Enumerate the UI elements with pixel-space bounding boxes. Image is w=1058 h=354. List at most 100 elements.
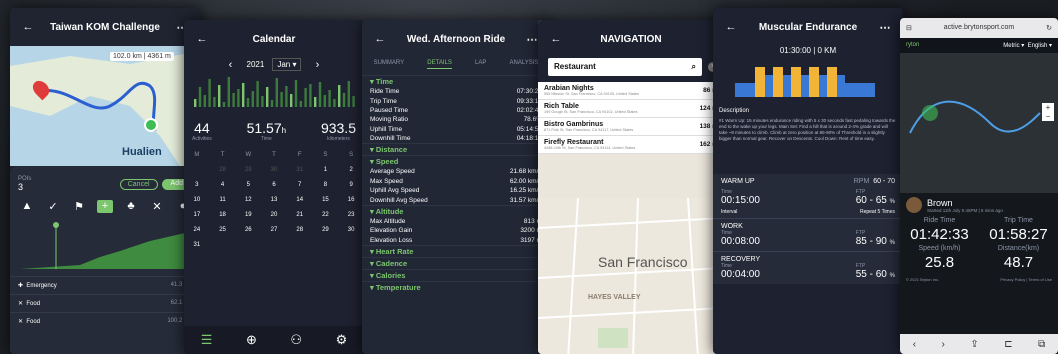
calendar-day[interactable]: 11 (210, 197, 236, 203)
group-icon[interactable]: ♣ (123, 200, 139, 213)
profile-icon[interactable]: ⚇ (290, 332, 302, 348)
city-map[interactable]: San Francisco HAYES VALLEY (538, 197, 724, 354)
calendar-day[interactable]: 9 (338, 182, 364, 188)
calendar-day[interactable]: 30 (338, 227, 364, 233)
calendar-day[interactable]: 1 (313, 167, 339, 173)
more-icon[interactable]: ⋯ (877, 21, 893, 34)
ride-tab[interactable]: LAP (475, 58, 486, 69)
tabs-icon[interactable]: ⧉ (1038, 339, 1045, 350)
calendar-day[interactable]: 29 (313, 227, 339, 233)
calendar-day[interactable]: 10 (184, 197, 210, 203)
calendar-day[interactable]: 31 (184, 242, 210, 248)
calendar-day[interactable]: 7 (287, 182, 313, 188)
section-header[interactable]: ▾ Altitude (362, 204, 550, 217)
search-result-item[interactable]: Bistro Gambrinus 871 Polk St, San Francis… (538, 118, 724, 136)
calendar-day[interactable]: 30 (261, 167, 287, 173)
flag-icon[interactable]: ⚑ (71, 200, 87, 213)
back-arrow-icon[interactable]: ← (372, 33, 388, 45)
calendar-day[interactable]: 29 (235, 167, 261, 173)
activity-bars (194, 77, 355, 107)
calendar-day[interactable]: 25 (210, 227, 236, 233)
mountain-icon[interactable]: ▲ (19, 200, 35, 213)
calendar-day[interactable]: 3 (184, 182, 210, 188)
section-header[interactable]: ▾ Time (362, 75, 550, 87)
calendar-day[interactable]: 16 (338, 197, 364, 203)
work-step[interactable]: WORK Time 00:08:00 FTP 85 - 90 % (713, 218, 903, 251)
ride-tab[interactable]: DETAILS (427, 58, 452, 69)
section-header[interactable]: ▾ Calories (362, 268, 550, 281)
poi-list-item[interactable]: ✕ Food 100.2 km (10, 312, 200, 330)
back-icon[interactable]: ‹ (913, 339, 916, 350)
settings-icon[interactable]: ⚙ (336, 332, 348, 348)
calendar-day[interactable]: 27 (261, 227, 287, 233)
back-arrow-icon[interactable]: ← (20, 21, 36, 33)
brand-logo: ryton (906, 42, 920, 48)
calendar-day[interactable]: 18 (210, 212, 236, 218)
search-result-item[interactable]: Firefly Restaurant 4288 24th St, San Fran… (538, 136, 724, 154)
section-header[interactable]: ▾ Speed (362, 155, 550, 167)
activity-bar (323, 95, 326, 107)
add-circle-icon[interactable]: ⊕ (246, 332, 257, 348)
back-arrow-icon[interactable]: ← (723, 21, 739, 33)
calendar-day[interactable]: 13 (261, 197, 287, 203)
section-header[interactable]: ▾ Temperature (362, 280, 550, 293)
end-pin-icon[interactable] (144, 118, 158, 132)
elevation-profile[interactable] (10, 221, 200, 271)
calendar-day[interactable]: 21 (287, 212, 313, 218)
calendar-day[interactable]: 2 (338, 167, 364, 173)
calendar-day[interactable]: 28 (287, 227, 313, 233)
bookmarks-icon[interactable]: ⊏ (1004, 339, 1012, 350)
next-month-icon[interactable]: › (309, 59, 325, 71)
tracking-map[interactable]: + − (900, 53, 1058, 193)
share-icon[interactable]: ⇪ (970, 339, 978, 350)
recovery-step[interactable]: RECOVERY Time 00:04:00 FTP 55 - 60 % (713, 251, 903, 284)
calendar-day[interactable]: 8 (313, 182, 339, 188)
search-input[interactable]: Restaurant ⌕ (548, 58, 702, 76)
warmup-step[interactable]: WARM UP RPM 60 - 70 (713, 174, 903, 189)
calendar-day[interactable]: 22 (313, 212, 339, 218)
poi-list-item[interactable]: ✚ Emergency 41.3 km (10, 276, 200, 294)
search-result-item[interactable]: Arabian Nights 555 Mission St, San Franci… (538, 82, 724, 100)
search-icon[interactable]: ⌕ (692, 62, 696, 72)
ride-tab[interactable]: ANALYSIS (510, 58, 539, 69)
url-field[interactable]: active.brytonsport.com (944, 24, 1014, 32)
calendar-day[interactable]: 12 (235, 197, 261, 203)
calendar-day[interactable]: 5 (235, 182, 261, 188)
calendar-day[interactable]: 23 (338, 212, 364, 218)
calendar-day[interactable]: 31 (287, 167, 313, 173)
route-map[interactable]: 102.0 km | 4361 m Hualien (10, 46, 200, 166)
medical-icon[interactable]: + (97, 200, 113, 213)
section-header[interactable]: ▾ Heart Rate (362, 244, 550, 257)
ride-tab[interactable]: SUMMARY (374, 58, 405, 69)
list-icon[interactable]: ☰ (201, 332, 213, 348)
month-dropdown[interactable]: Jan ▾ (272, 58, 302, 71)
calendar-day[interactable]: 4 (210, 182, 236, 188)
calendar-day[interactable]: 14 (287, 197, 313, 203)
calendar-day[interactable]: 28 (210, 167, 236, 173)
section-header[interactable]: ▾ Distance (362, 143, 550, 155)
calendar-day[interactable]: 15 (313, 197, 339, 203)
check-icon[interactable]: ✓ (45, 200, 61, 213)
section-header[interactable]: ▾ Cadence (362, 256, 550, 269)
route-phone: ← Taiwan KOM Challenge ⋯ 102.0 km | 4361… (10, 8, 200, 354)
calendar-day[interactable]: 17 (184, 212, 210, 218)
browser-tabs-icon[interactable]: ⊟ (906, 24, 912, 32)
calendar-day[interactable]: 20 (261, 212, 287, 218)
calendar-day[interactable]: 6 (261, 182, 287, 188)
tools-icon[interactable]: ✕ (149, 200, 165, 213)
search-result-item[interactable]: Rich Table 199 Gough St, San Francisco, C… (538, 100, 724, 118)
calendar-day[interactable]: 19 (235, 212, 261, 218)
stat-label: Time (260, 136, 272, 142)
route-scale: 102.0 km | 4361 m (110, 52, 174, 61)
calendar-day[interactable]: 24 (184, 227, 210, 233)
back-arrow-icon[interactable]: ← (194, 33, 210, 45)
poi-list-item[interactable]: ✕ Food 62.1 km (10, 294, 200, 312)
activity-bar (227, 77, 230, 107)
reload-icon[interactable]: ↻ (1046, 24, 1052, 32)
zoom-controls[interactable]: + − (1042, 103, 1054, 121)
cancel-button[interactable]: Cancel (119, 178, 158, 190)
back-arrow-icon[interactable]: ← (548, 33, 564, 45)
forward-icon[interactable]: › (942, 339, 945, 350)
prev-month-icon[interactable]: ‹ (223, 59, 239, 71)
calendar-day[interactable]: 26 (235, 227, 261, 233)
